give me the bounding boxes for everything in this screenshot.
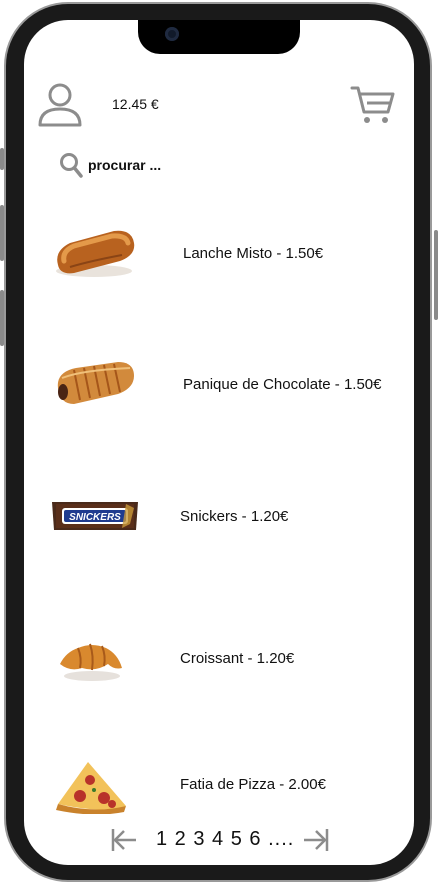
- product-label: Fatia de Pizza - 2.00€: [180, 776, 326, 793]
- side-button: [0, 148, 4, 170]
- product-item[interactable]: Lanche Misto - 1.50€: [24, 215, 414, 295]
- croissant-image: [60, 643, 122, 681]
- product-label: Panique de Chocolate - 1.50€: [183, 376, 382, 393]
- bread-roll-image: [56, 230, 135, 277]
- snickers-bar-image: SNICKERS: [52, 502, 138, 530]
- app-screen: 12.45 € Lanche Misto - 1.50€: [24, 20, 414, 865]
- product-item[interactable]: Fatia de Pizza - 2.00€: [24, 748, 414, 828]
- balance-value: 12.45 €: [112, 96, 159, 112]
- pizza-slice-image: [56, 762, 126, 814]
- snickers-brand-text: SNICKERS: [69, 512, 121, 523]
- user-icon[interactable]: [37, 82, 83, 128]
- side-button: [0, 205, 4, 261]
- search-icon[interactable]: [59, 152, 83, 178]
- product-item[interactable]: Panique de Chocolate - 1.50€: [24, 344, 414, 424]
- pastry-image: [57, 362, 134, 404]
- product-item[interactable]: Croissant - 1.20€: [24, 620, 414, 700]
- arrow-first-icon[interactable]: [110, 826, 138, 854]
- camera-icon: [165, 27, 179, 41]
- product-item[interactable]: SNICKERS Snickers - 1.20€: [24, 478, 414, 558]
- product-label: Snickers - 1.20€: [180, 508, 289, 525]
- side-button: [434, 230, 438, 320]
- pagination: 1 2 3 4 5 6 ....: [24, 820, 414, 860]
- arrow-last-icon[interactable]: [302, 826, 330, 854]
- product-label: Lanche Misto - 1.50€: [183, 245, 324, 262]
- product-label: Croissant - 1.20€: [180, 650, 295, 667]
- search-input[interactable]: [88, 154, 288, 176]
- side-button: [0, 290, 4, 346]
- cart-icon[interactable]: [350, 84, 396, 126]
- notch: [138, 20, 300, 54]
- page-numbers[interactable]: 1 2 3 4 5 6 ....: [156, 828, 294, 851]
